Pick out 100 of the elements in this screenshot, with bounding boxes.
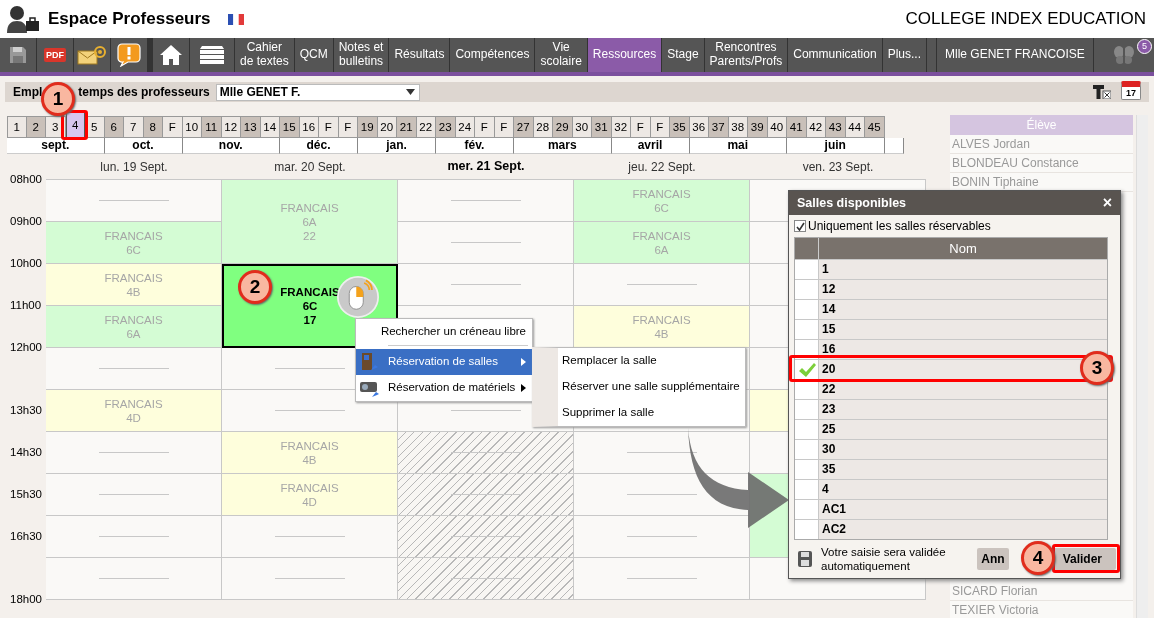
room-name[interactable]: 15: [822, 322, 836, 336]
check-cell[interactable]: [795, 320, 819, 339]
menu-tab[interactable]: Ressources: [587, 38, 662, 72]
room-name[interactable]: 23: [822, 402, 836, 416]
checkbox[interactable]: [794, 220, 806, 232]
room-name[interactable]: 30: [822, 442, 836, 456]
week-cell[interactable]: F: [338, 116, 358, 138]
week-cell[interactable]: 15: [280, 116, 300, 138]
teacher-dropdown[interactable]: Mlle GENET F.: [215, 83, 420, 101]
room-name[interactable]: 22: [822, 382, 836, 396]
menu-item[interactable]: Réserver une salle supplémentaire: [558, 374, 745, 400]
week-cell[interactable]: 13: [241, 116, 261, 138]
week-cell[interactable]: 2: [26, 116, 46, 138]
week-cell[interactable]: 37: [709, 116, 729, 138]
books-button[interactable]: [190, 38, 234, 72]
validate-button[interactable]: Valider: [1048, 548, 1116, 570]
user-menu[interactable]: Mlle GENET FRANCOISE: [937, 38, 1093, 72]
menu-tab[interactable]: Rencontres Parents/Profs: [704, 38, 788, 72]
check-cell[interactable]: [795, 440, 819, 459]
menu-item[interactable]: Réservation de matériels: [356, 375, 532, 401]
week-cell[interactable]: 27: [514, 116, 534, 138]
check-cell[interactable]: [795, 420, 819, 439]
week-cell[interactable]: 6: [104, 116, 124, 138]
home-button[interactable]: [153, 38, 189, 72]
room-name[interactable]: 4: [822, 482, 829, 496]
alert-button[interactable]: [111, 38, 147, 72]
notifications-button[interactable]: 5: [1093, 38, 1154, 72]
week-cell[interactable]: 8: [143, 116, 163, 138]
menu-item[interactable]: Supprimer la salle: [558, 400, 745, 426]
week-cell[interactable]: 10: [182, 116, 202, 138]
check-cell[interactable]: [795, 500, 819, 519]
week-cell[interactable]: 19: [358, 116, 378, 138]
check-cell[interactable]: [795, 300, 819, 319]
menu-tab[interactable]: Plus...: [882, 38, 926, 72]
week-cell[interactable]: 12: [221, 116, 241, 138]
pdf-button[interactable]: PDF: [37, 38, 73, 72]
room-name[interactable]: 14: [822, 302, 836, 316]
week-cell[interactable]: 36: [689, 116, 709, 138]
menu-item[interactable]: Remplacer la salle: [558, 348, 745, 374]
week-cell[interactable]: 28: [533, 116, 553, 138]
room-name[interactable]: 25: [822, 422, 836, 436]
week-cell[interactable]: F: [163, 116, 183, 138]
week-cell[interactable]: 45: [865, 116, 885, 138]
week-cell[interactable]: 42: [806, 116, 826, 138]
week-cell[interactable]: 30: [572, 116, 592, 138]
check-cell[interactable]: [795, 400, 819, 419]
week-cell[interactable]: 38: [728, 116, 748, 138]
check-cell[interactable]: [795, 360, 819, 379]
check-cell[interactable]: [795, 520, 819, 539]
menu-tab[interactable]: QCM: [294, 38, 333, 72]
menu-tab[interactable]: Compétences: [450, 38, 535, 72]
week-cell[interactable]: F: [475, 116, 495, 138]
menu-tab[interactable]: Cahier de textes: [235, 38, 294, 72]
week-cell[interactable]: 21: [397, 116, 417, 138]
week-cell[interactable]: 24: [455, 116, 475, 138]
week-cell[interactable]: F: [319, 116, 339, 138]
check-cell[interactable]: [795, 260, 819, 279]
week-cell[interactable]: 41: [787, 116, 807, 138]
week-cell[interactable]: F: [631, 116, 651, 138]
week-cell[interactable]: 20: [377, 116, 397, 138]
room-name[interactable]: 16: [822, 342, 836, 356]
menu-tab[interactable]: Notes et bulletins: [333, 38, 389, 72]
menu-item[interactable]: Réservation de salles: [356, 349, 532, 375]
week-cell[interactable]: 16: [299, 116, 319, 138]
week-cell[interactable]: 22: [416, 116, 436, 138]
close-button[interactable]: ×: [1102, 195, 1112, 211]
menu-tab[interactable]: Vie scolaire: [535, 38, 587, 72]
room-name[interactable]: 20: [822, 362, 836, 376]
week-cell[interactable]: 31: [592, 116, 612, 138]
check-cell[interactable]: [795, 280, 819, 299]
week-cell[interactable]: 3: [46, 116, 66, 138]
week-cell[interactable]: 29: [553, 116, 573, 138]
week-cell[interactable]: 32: [611, 116, 631, 138]
room-name[interactable]: 1: [822, 262, 829, 276]
week-cell[interactable]: F: [494, 116, 514, 138]
week-cell[interactable]: 43: [826, 116, 846, 138]
check-cell[interactable]: [795, 460, 819, 479]
week-cell[interactable]: 1: [7, 116, 27, 138]
week-cell[interactable]: 35: [670, 116, 690, 138]
cancel-button[interactable]: Ann: [977, 548, 1009, 570]
menu-tab[interactable]: Communication: [788, 38, 882, 72]
check-cell[interactable]: [795, 480, 819, 499]
week-cell[interactable]: 40: [767, 116, 787, 138]
week-cell[interactable]: 44: [845, 116, 865, 138]
menu-tab[interactable]: Stage: [662, 38, 704, 72]
room-name[interactable]: 12: [822, 282, 836, 296]
week-cell[interactable]: 7: [124, 116, 144, 138]
week-cell[interactable]: 11: [202, 116, 222, 138]
month-label: sept.: [7, 138, 105, 154]
room-name[interactable]: AC1: [822, 502, 846, 516]
room-name[interactable]: AC2: [822, 522, 846, 536]
week-cell[interactable]: 23: [436, 116, 456, 138]
save-button[interactable]: [0, 38, 36, 72]
week-cell[interactable]: 14: [260, 116, 280, 138]
mail-button[interactable]: [74, 38, 110, 72]
week-cell[interactable]: 39: [748, 116, 768, 138]
menu-tab[interactable]: Résultats: [389, 38, 450, 72]
week-cell[interactable]: F: [650, 116, 670, 138]
time-label: 12h00: [9, 340, 43, 354]
room-name[interactable]: 35: [822, 462, 836, 476]
